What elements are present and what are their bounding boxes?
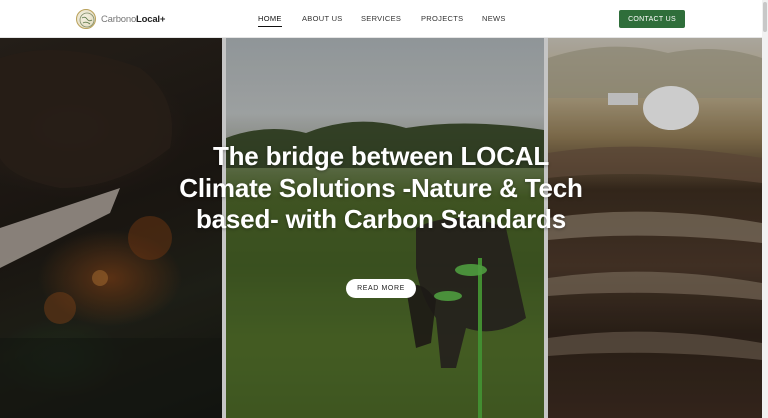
hero-section: The bridge between LOCAL Climate Solutio… — [0, 38, 762, 418]
page-scrollbar[interactable] — [762, 0, 768, 418]
hero-headline: The bridge between LOCAL Climate Solutio… — [179, 141, 583, 234]
read-more-button[interactable]: READ MORE — [346, 279, 416, 298]
nav-news[interactable]: NEWS — [482, 14, 506, 23]
nav-about-us[interactable]: ABOUT US — [302, 14, 343, 23]
nav-projects[interactable]: PROJECTS — [421, 14, 463, 23]
top-navbar: CarbonoLocal+ HOME ABOUT US SERVICES PRO… — [0, 0, 762, 38]
scrollbar-thumb[interactable] — [763, 2, 767, 32]
nav-services[interactable]: SERVICES — [361, 14, 401, 23]
contact-us-button[interactable]: CONTACT US — [619, 10, 685, 28]
nav-home[interactable]: HOME — [258, 14, 282, 27]
